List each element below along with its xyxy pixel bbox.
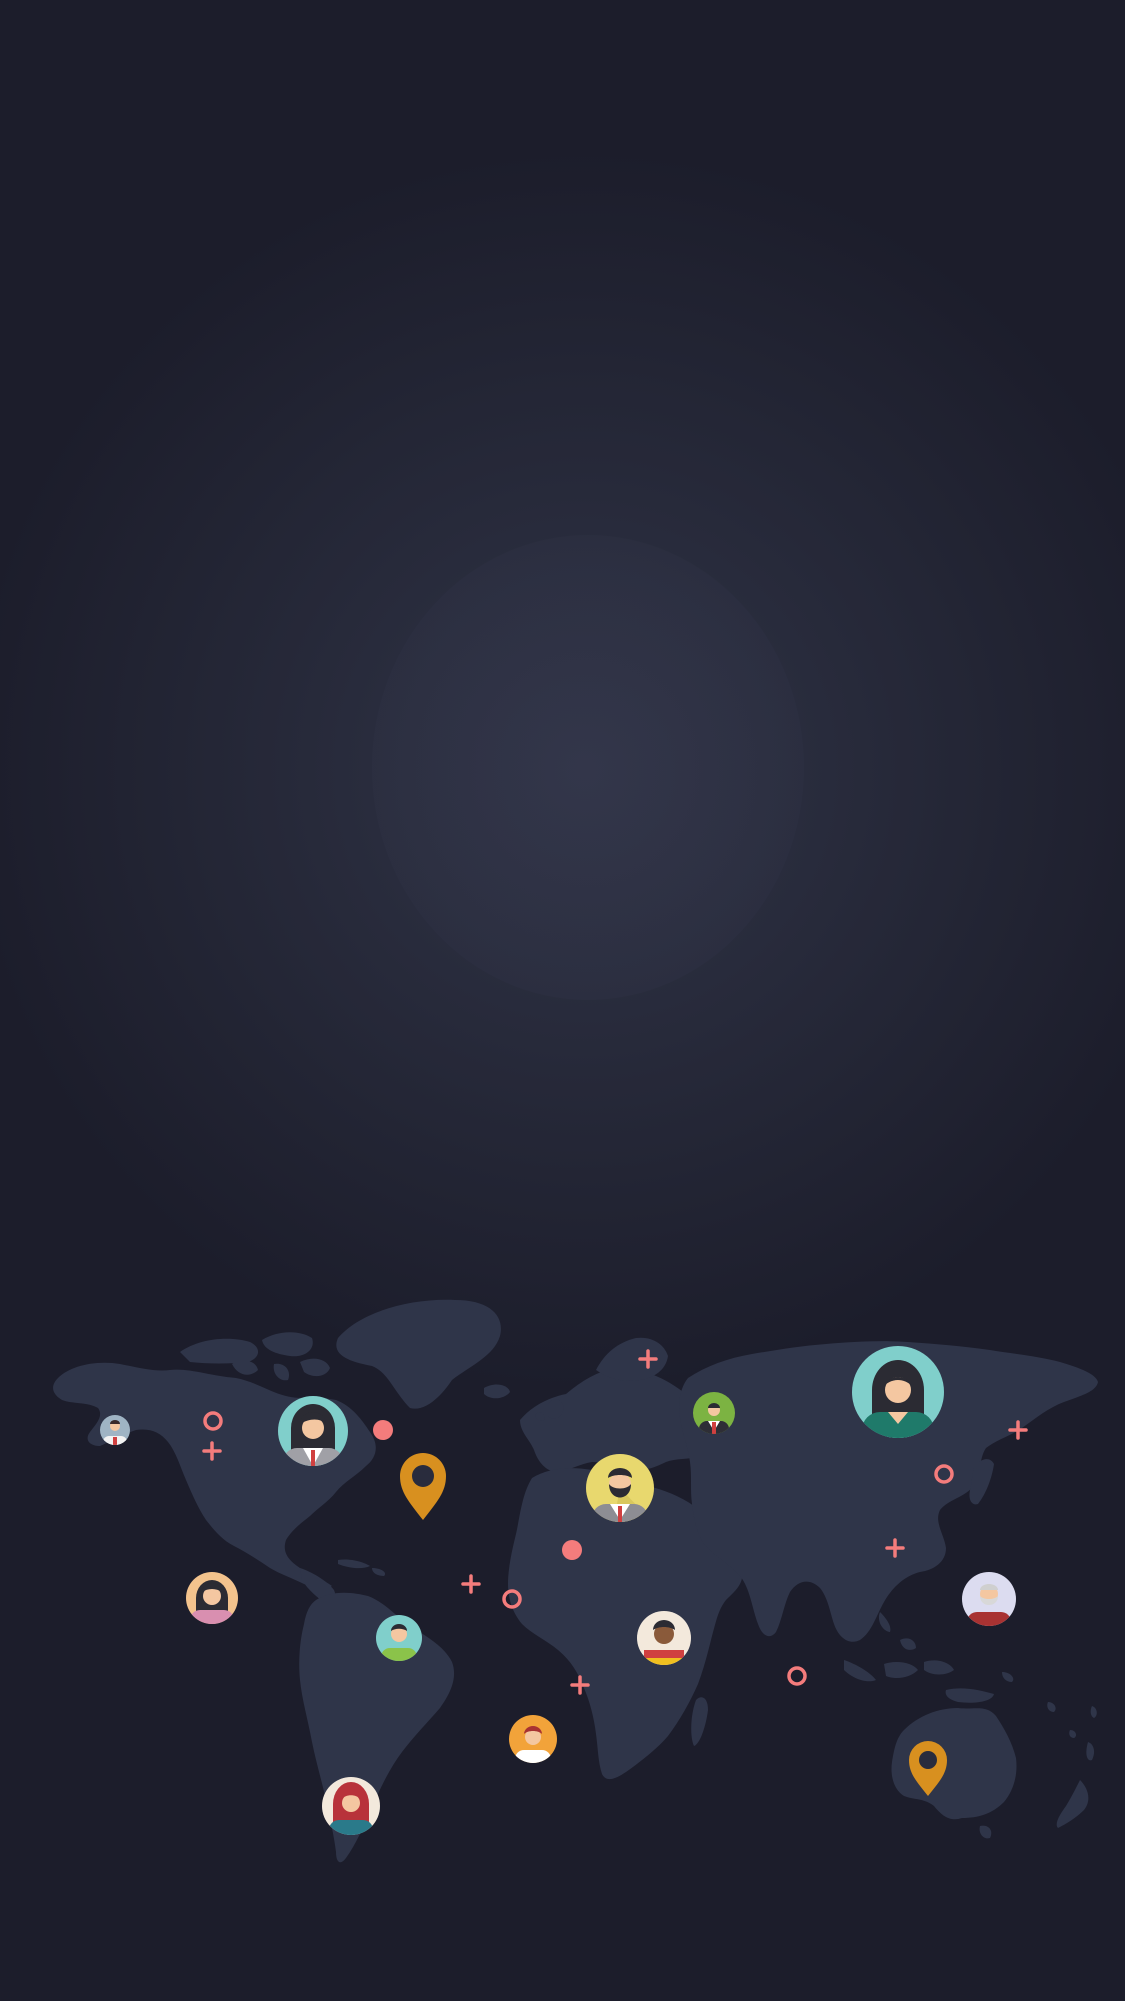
person-avatar-icon — [100, 1415, 130, 1445]
small-islands — [1002, 1672, 1097, 1738]
dot-icon — [562, 1540, 582, 1560]
ring-icon — [787, 1666, 807, 1686]
greenland-landmass — [336, 1299, 501, 1409]
madagascar-island — [691, 1697, 708, 1746]
north-america-landmass — [53, 1362, 376, 1589]
location-pin-icon — [400, 1453, 446, 1520]
dot-icon — [373, 1420, 393, 1440]
plus-sign-icon — [461, 1574, 481, 1594]
world-map-illustration — [53, 1299, 1098, 1863]
uk-islands — [484, 1384, 564, 1421]
person-avatar-icon — [322, 1777, 380, 1835]
tasmania-island — [979, 1825, 992, 1839]
caribbean-islands — [338, 1559, 386, 1576]
person-avatar-icon — [962, 1572, 1016, 1626]
person-avatar-icon — [186, 1572, 238, 1624]
new-zealand-islands — [1056, 1742, 1095, 1828]
person-avatar-icon — [509, 1715, 557, 1763]
